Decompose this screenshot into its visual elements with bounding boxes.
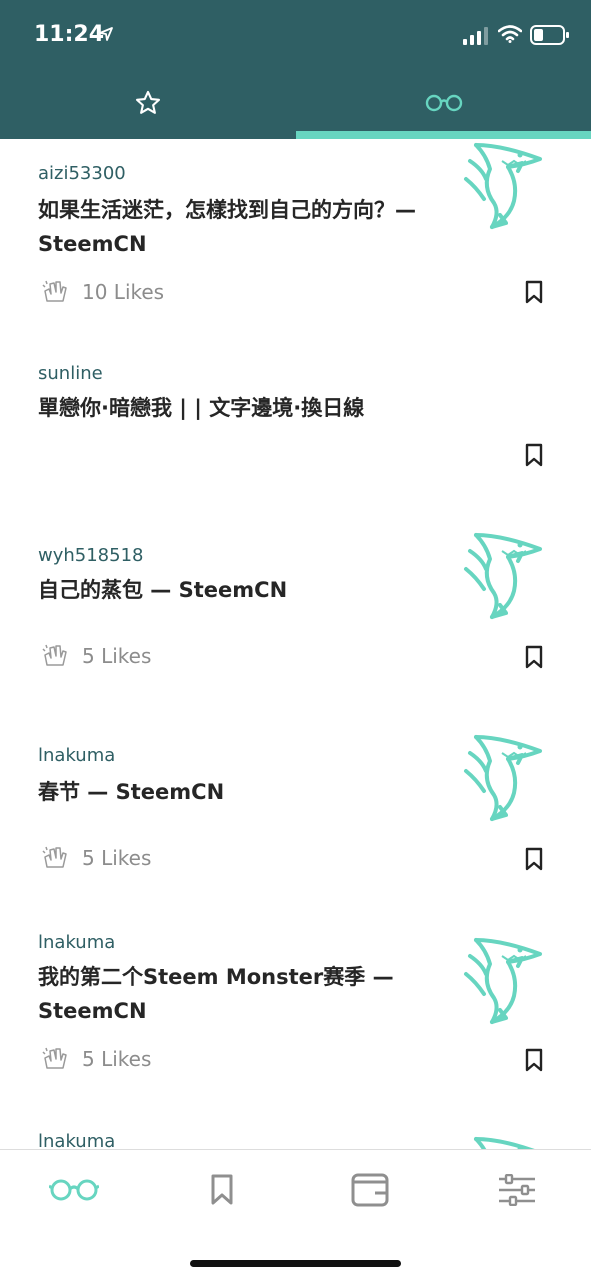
- bookmark-icon[interactable]: [524, 645, 544, 669]
- glasses-icon: [425, 94, 462, 111]
- clap-icon: [42, 643, 68, 669]
- likes-label: 5 Likes: [82, 644, 152, 668]
- nav-bookmarks[interactable]: [182, 1170, 262, 1210]
- nav-wallet[interactable]: [330, 1170, 410, 1210]
- glasses-icon: [49, 1179, 99, 1201]
- list-item[interactable]: wyh518518 自己的蒸包 — SteemCN 5 Likes: [0, 519, 591, 719]
- tab-reading[interactable]: [296, 80, 591, 125]
- nav-reading[interactable]: [34, 1170, 114, 1210]
- settings-sliders-icon: [499, 1174, 535, 1206]
- post-author[interactable]: sunline: [38, 363, 103, 384]
- post-author[interactable]: aizi53300: [38, 163, 126, 184]
- bookmark-icon[interactable]: [524, 280, 544, 304]
- shark-thumbnail: [462, 731, 544, 823]
- active-tab-indicator: [296, 131, 591, 139]
- bookmark-icon: [211, 1174, 233, 1205]
- star-icon: [135, 90, 160, 114]
- post-title[interactable]: 單戀你·暗戀我 | | 文字邊境·換日線: [38, 391, 443, 425]
- clap-icon: [42, 845, 68, 871]
- post-author[interactable]: wyh518518: [38, 545, 144, 566]
- post-title[interactable]: 如果生活迷茫，怎樣找到自己的方向？— SteemCN: [38, 193, 443, 261]
- likes-label: 10 Likes: [82, 280, 165, 304]
- shark-thumbnail: [462, 1133, 544, 1149]
- battery-icon: [530, 25, 569, 45]
- shark-thumbnail: [462, 934, 544, 1026]
- nav-settings[interactable]: [477, 1170, 557, 1210]
- list-item[interactable]: lnakuma 春节 — SteemCN 5 Likes: [0, 719, 591, 924]
- post-author[interactable]: lnakuma: [38, 1131, 115, 1149]
- clap-icon: [42, 1046, 68, 1072]
- likes-counter[interactable]: 5 Likes: [42, 643, 151, 669]
- cellular-signal-icon: [463, 27, 488, 45]
- likes-label: 5 Likes: [82, 846, 152, 870]
- likes-counter[interactable]: 10 Likes: [42, 279, 164, 305]
- shark-thumbnail: [462, 529, 544, 621]
- app-header: 11:24: [0, 0, 591, 139]
- post-author[interactable]: lnakuma: [38, 932, 115, 953]
- status-time: 11:24: [34, 22, 105, 47]
- likes-counter[interactable]: 5 Likes: [42, 845, 151, 871]
- list-item[interactable]: sunline 單戀你·暗戀我 | | 文字邊境·換日線: [0, 329, 591, 519]
- list-item[interactable]: aizi53300 如果生活迷茫，怎樣找到自己的方向？— SteemCN 10 …: [0, 139, 591, 329]
- clap-icon: [42, 279, 68, 305]
- shark-thumbnail: [462, 139, 544, 231]
- bookmark-icon[interactable]: [524, 847, 544, 871]
- wallet-icon: [351, 1173, 389, 1207]
- likes-counter[interactable]: 5 Likes: [42, 1046, 151, 1072]
- post-feed[interactable]: aizi53300 如果生活迷茫，怎樣找到自己的方向？— SteemCN 10 …: [0, 139, 591, 1149]
- bookmark-icon[interactable]: [524, 443, 544, 467]
- list-item[interactable]: lnakuma 我的第二个Steem Monster赛季 — SteemCN 5…: [0, 924, 591, 1124]
- post-title[interactable]: 自己的蒸包 — SteemCN: [38, 573, 443, 607]
- likes-label: 5 Likes: [82, 1047, 152, 1071]
- location-arrow-icon: [99, 27, 113, 41]
- home-indicator: [190, 1260, 401, 1267]
- post-author[interactable]: lnakuma: [38, 745, 115, 766]
- wifi-icon: [498, 25, 522, 43]
- tab-favorites[interactable]: [0, 80, 295, 125]
- list-item[interactable]: lnakuma: [0, 1129, 591, 1149]
- post-title[interactable]: 我的第二个Steem Monster赛季 — SteemCN: [38, 960, 398, 1028]
- post-title[interactable]: 春节 — SteemCN: [38, 775, 443, 809]
- bookmark-icon[interactable]: [524, 1048, 544, 1072]
